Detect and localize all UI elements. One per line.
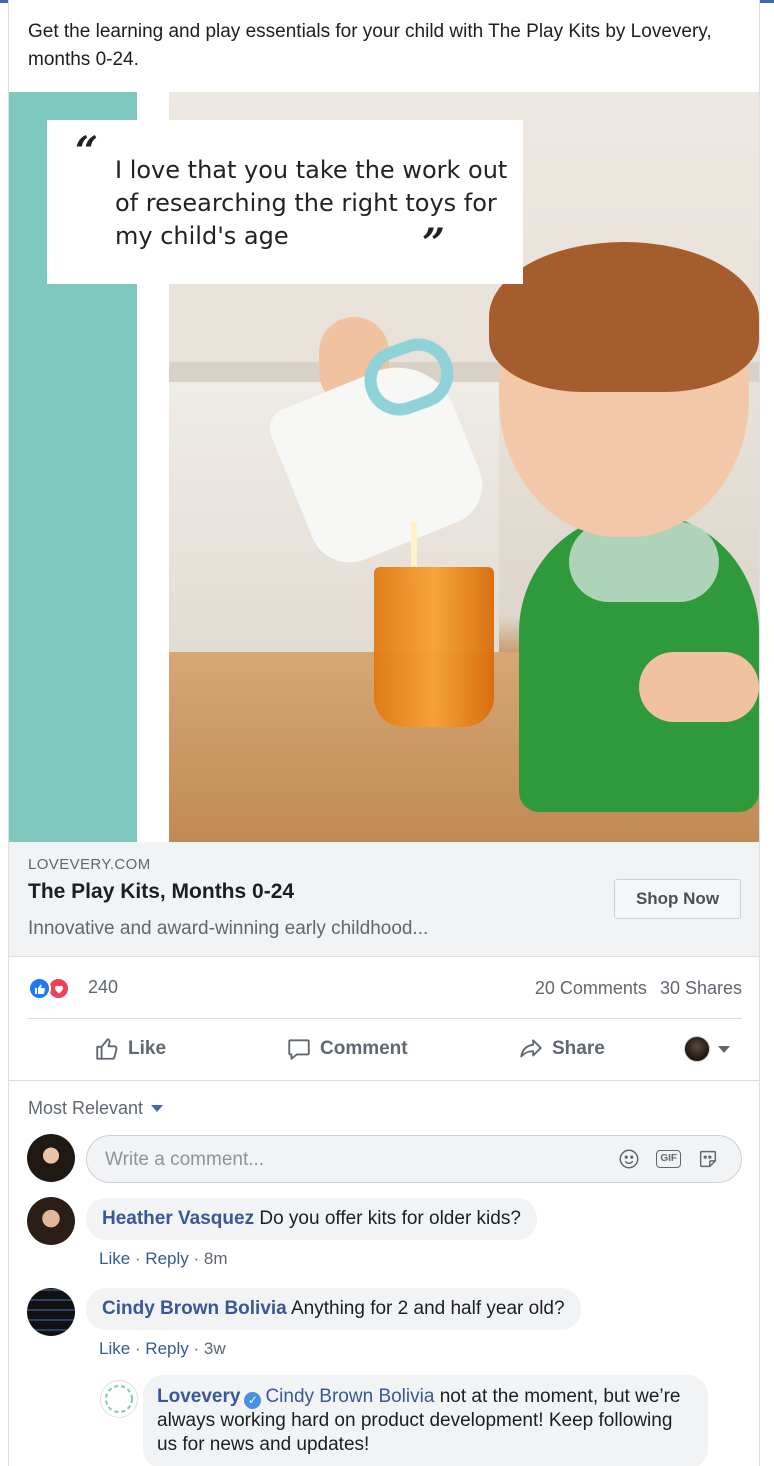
like-label: Like [128,1038,167,1059]
gif-icon[interactable]: GIF [656,1150,681,1168]
commenter-avatar[interactable] [27,1288,75,1336]
comment-time[interactable]: 8m [204,1249,228,1268]
like-reaction-icon[interactable] [28,977,51,1000]
shop-now-button[interactable]: Shop Now [614,879,741,919]
comment-label: Comment [320,1038,408,1059]
reaction-as-selector[interactable] [684,1020,730,1078]
reply-mention[interactable]: Cindy Brown Bolivia [265,1386,434,1407]
comments-count[interactable]: 20 Comments [535,978,647,998]
comment-text: Do you offer kits for older kids? [259,1208,521,1229]
chevron-down-icon [718,1045,730,1053]
comment-bubble: Cindy Brown Bolivia Anything for 2 and h… [86,1288,581,1330]
share-arrow-icon [520,1039,542,1058]
commenter-avatar[interactable] [27,1197,75,1245]
link-description: Innovative and award-winning early child… [28,918,429,939]
quote-text: I love that you take the work out of res… [115,156,508,250]
comment-like-link[interactable]: Like [99,1249,130,1268]
comment-meta: Like · Reply · 8m [99,1249,228,1268]
comment-bubble-icon [288,1039,310,1060]
ad-image[interactable]: “ I love that you take the work out of r… [9,92,759,842]
section-divider [9,1080,759,1081]
comment-input-box[interactable]: GIF [86,1135,742,1183]
quote-open-icon: “ [75,128,99,175]
share-button[interactable]: Share [518,1020,605,1078]
divider [28,1018,742,1019]
action-bar: Like Comment Share [28,1020,742,1078]
comment-time[interactable]: 3w [204,1339,226,1358]
comment-reply-link[interactable]: Reply [145,1339,188,1358]
reaction-count[interactable]: 240 [88,977,118,998]
verified-badge-icon: ✓ [244,1391,262,1409]
engagement-counts: 20 Comments 30 Shares [527,978,742,999]
comment-input[interactable] [105,1146,585,1174]
shares-count[interactable]: 30 Shares [660,978,742,998]
quote-close-icon: ” [422,220,446,267]
caret-down-icon [151,1105,164,1112]
orange-cup [374,567,494,727]
input-tools: GIF [618,1148,719,1170]
lovevery-logo-avatar[interactable] [100,1380,138,1418]
link-domain: LOVEVERY.COM [28,856,151,873]
link-title[interactable]: The Play Kits, Months 0-24 [28,880,294,904]
reply-author[interactable]: Lovevery [157,1386,240,1407]
comment-reply-link[interactable]: Reply [145,1249,188,1268]
reply-bubble: Lovevery ✓ Cindy Brown Bolivia not at the … [143,1375,708,1466]
comment-like-link[interactable]: Like [99,1339,130,1358]
post-stats: 240 20 Comments 30 Shares [28,976,742,1000]
current-user-avatar[interactable] [27,1134,75,1182]
comment-bubble: Heather Vasquez Do you offer kits for ol… [86,1198,537,1240]
share-label: Share [552,1038,605,1059]
sort-label: Most Relevant [28,1098,144,1118]
comment-text: Anything for 2 and half year old? [290,1298,565,1319]
comment-meta: Like · Reply · 3w [99,1339,226,1358]
commenter-name[interactable]: Cindy Brown Bolivia [102,1298,287,1319]
like-button[interactable]: Like [94,1020,166,1078]
comment-sort-dropdown[interactable]: Most Relevant [28,1098,164,1119]
user-avatar-small [684,1036,710,1062]
commenter-name[interactable]: Heather Vasquez [102,1208,254,1229]
emoji-icon[interactable] [618,1148,640,1170]
testimonial-quote: “ I love that you take the work out of r… [47,120,523,284]
comment-button[interactable]: Comment [286,1020,408,1078]
sticker-icon[interactable] [697,1148,719,1170]
link-preview[interactable]: LOVEVERY.COM The Play Kits, Months 0-24 … [9,842,759,957]
thumbs-up-icon [96,1038,118,1060]
post-text: Get the learning and play essentials for… [28,21,712,70]
